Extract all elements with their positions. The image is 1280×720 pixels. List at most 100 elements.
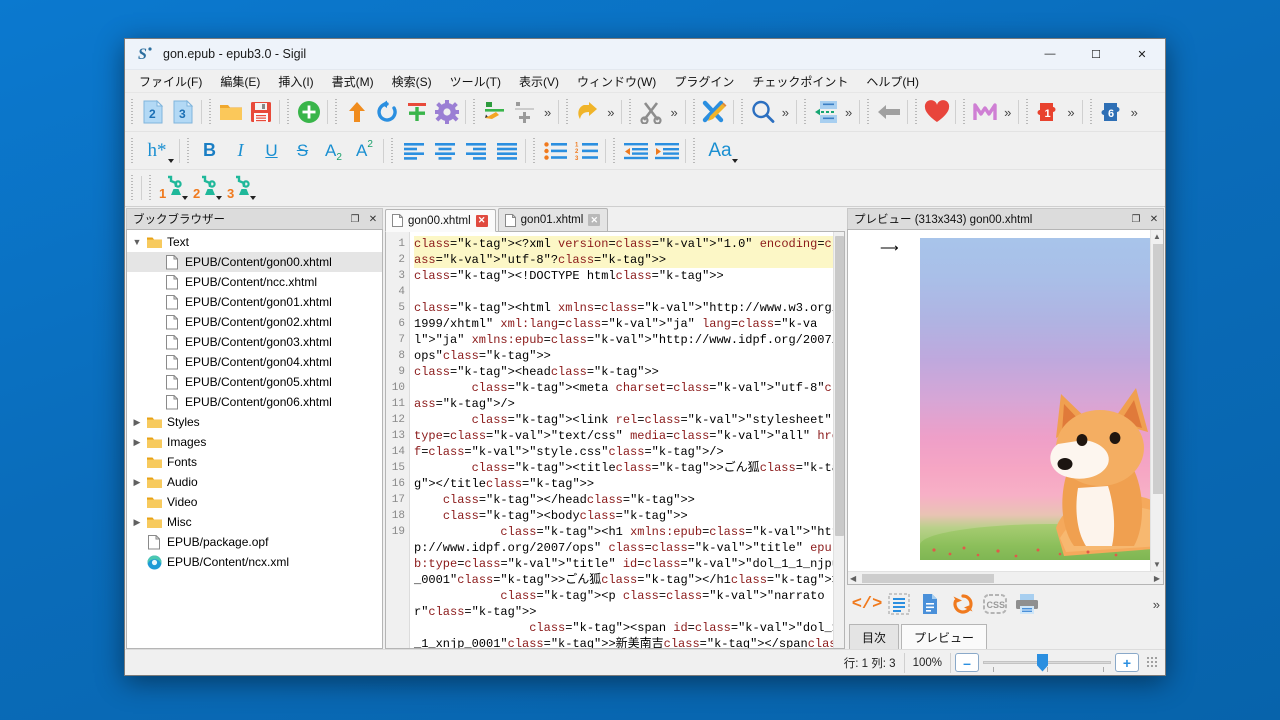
toolbar-grip[interactable]	[389, 137, 396, 164]
toolbar-grip[interactable]	[913, 99, 921, 125]
upload-arrow-icon[interactable]	[342, 97, 372, 127]
menu-help[interactable]: ヘルプ(H)	[858, 71, 927, 92]
tree-folder-row[interactable]: ▼ Text	[127, 232, 382, 252]
chevron-right-icon[interactable]: ▶	[129, 477, 145, 488]
chevron-right-icon[interactable]: ▶	[129, 417, 145, 428]
close-button[interactable]: ✕	[1119, 39, 1165, 70]
toolbar-grip[interactable]	[691, 137, 698, 164]
maximize-button[interactable]: ☐	[1073, 39, 1119, 70]
preview-scrollbar-thumb[interactable]	[1153, 244, 1163, 494]
menu-edit[interactable]: 編集(E)	[212, 71, 268, 92]
preview-vertical-scrollbar[interactable]: ▲ ▼	[1150, 230, 1163, 571]
align-center-icon[interactable]	[429, 137, 460, 165]
add-metadata-icon[interactable]	[510, 97, 540, 127]
tab-preview[interactable]: プレビュー	[901, 624, 988, 649]
toolbar-overflow-chevron[interactable]: »	[1000, 106, 1015, 119]
underline-button[interactable]: U	[256, 137, 287, 165]
epub3-doc-icon[interactable]: 3	[168, 97, 198, 127]
close-panel-icon[interactable]: ✕	[1145, 210, 1163, 229]
metadata-editor-icon[interactable]	[480, 97, 510, 127]
plugin-slot-2[interactable]: 2	[190, 174, 224, 202]
toolbar-overflow-chevron[interactable]: »	[841, 106, 856, 119]
toolbar-overflow-chevron[interactable]: »	[666, 106, 681, 119]
toolbar-overflow-chevron[interactable]: »	[603, 106, 618, 119]
tree-file-row[interactable]: EPUB/Content/ncc.xhtml	[127, 272, 382, 292]
code-text-area[interactable]: class="k-tag"><?xml version=class="k-val…	[410, 232, 844, 648]
plugin-slot-3[interactable]: 3	[224, 174, 258, 202]
tree-file-row[interactable]: EPUB/Content/gon06.xhtml	[127, 392, 382, 412]
css-inspector-icon[interactable]: CSS	[979, 589, 1011, 619]
superscript-button[interactable]: A2	[349, 137, 380, 165]
back-arrow-icon[interactable]	[874, 97, 904, 127]
tree-file-row[interactable]: EPUB/Content/ncx.xml	[127, 552, 382, 572]
editor-tab-gon00[interactable]: gon00.xhtml ✕	[385, 209, 496, 232]
toolbar-grip[interactable]	[961, 99, 969, 125]
mendeley-m-icon[interactable]	[970, 97, 1000, 127]
bullet-list-icon[interactable]	[540, 137, 571, 165]
align-left-icon[interactable]	[398, 137, 429, 165]
tree-file-row[interactable]: EPUB/Content/gon01.xhtml	[127, 292, 382, 312]
plugin-6-icon[interactable]: 6	[1097, 97, 1127, 127]
casing-dropdown-button[interactable]: Aa	[700, 137, 740, 165]
plugin-1-icon[interactable]: 1	[1033, 97, 1063, 127]
tree-folder-row[interactable]: ▶ Misc	[127, 512, 382, 532]
plugin-slot-1[interactable]: 1	[156, 174, 190, 202]
epub2-doc-icon[interactable]: 2	[138, 97, 168, 127]
preview-hscrollbar-thumb[interactable]	[862, 574, 994, 583]
code-vertical-scrollbar[interactable]	[833, 232, 844, 648]
toolbar-grip[interactable]	[129, 99, 136, 125]
toolbar-grip[interactable]	[738, 99, 746, 125]
minimize-button[interactable]: —	[1027, 39, 1073, 70]
preview-render-area[interactable]: ⟶ ▲ ▼	[848, 230, 1163, 571]
add-cross-icon[interactable]	[402, 97, 432, 127]
editor-tab-close-icon[interactable]: ✕	[475, 214, 488, 227]
indent-icon[interactable]	[651, 137, 682, 165]
editor-tab-close-icon[interactable]: ✕	[588, 214, 601, 226]
toolbar-grip[interactable]	[129, 137, 136, 164]
zoom-in-button[interactable]: +	[1115, 653, 1139, 672]
toolbar-grip[interactable]	[333, 99, 340, 125]
book-browser-tree[interactable]: ▼ Text EPUB/Content/gon00.xhtml EPUB/Conten…	[126, 229, 383, 649]
toolbar-grip[interactable]	[129, 175, 136, 201]
settings-gear-icon[interactable]	[432, 97, 462, 127]
align-right-icon[interactable]	[460, 137, 491, 165]
tree-folder-row[interactable]: ▶ Images	[127, 432, 382, 452]
scroll-right-icon[interactable]: ▶	[1154, 572, 1160, 585]
italic-button[interactable]: I	[225, 137, 256, 165]
spellcheck-x-pencil-icon[interactable]	[700, 97, 730, 127]
toolbar-grip[interactable]	[564, 99, 572, 125]
tree-file-row[interactable]: EPUB/Content/gon04.xhtml	[127, 352, 382, 372]
menu-file[interactable]: ファイル(F)	[131, 71, 210, 92]
tree-file-row[interactable]: EPUB/Content/gon02.xhtml	[127, 312, 382, 332]
tree-file-row[interactable]: EPUB/Content/gon05.xhtml	[127, 372, 382, 392]
split-view-icon[interactable]	[883, 589, 915, 619]
menu-tools[interactable]: ツール(T)	[442, 71, 509, 92]
tree-folder-row[interactable]: Video	[127, 492, 382, 512]
numbered-list-icon[interactable]: 123	[571, 137, 602, 165]
menu-window[interactable]: ウィンドウ(W)	[569, 71, 664, 92]
tree-folder-row[interactable]: ▶ Audio	[127, 472, 382, 492]
toolbar-overflow-chevron[interactable]: »	[540, 106, 555, 119]
chevron-right-icon[interactable]: ▶	[129, 517, 145, 528]
menu-format[interactable]: 書式(M)	[324, 71, 382, 92]
tree-folder-row[interactable]: ▶ Styles	[127, 412, 382, 432]
bold-button[interactable]: B	[194, 137, 225, 165]
float-panel-icon[interactable]: ❐	[1127, 210, 1145, 229]
add-green-plus-icon[interactable]	[294, 97, 324, 127]
toolbar-grip[interactable]	[1024, 99, 1032, 125]
toolbar-grip[interactable]	[865, 99, 873, 125]
book-view-icon[interactable]	[915, 589, 947, 619]
outdent-icon[interactable]	[620, 137, 651, 165]
scroll-down-icon[interactable]: ▼	[1153, 558, 1161, 571]
toolbar-grip[interactable]	[1087, 99, 1095, 125]
cut-scissors-icon[interactable]	[636, 97, 666, 127]
close-panel-icon[interactable]: ✕	[364, 210, 382, 229]
toolbar-grip[interactable]	[611, 137, 618, 164]
chevron-down-icon[interactable]: ▼	[129, 237, 145, 247]
tree-folder-row[interactable]: Fonts	[127, 452, 382, 472]
chevron-right-icon[interactable]: ▶	[129, 437, 145, 448]
print-preview-icon[interactable]	[1011, 589, 1043, 619]
window-resize-grip[interactable]	[1147, 656, 1159, 669]
toolbar-grip[interactable]	[207, 99, 214, 125]
tree-file-row[interactable]: EPUB/package.opf	[127, 532, 382, 552]
